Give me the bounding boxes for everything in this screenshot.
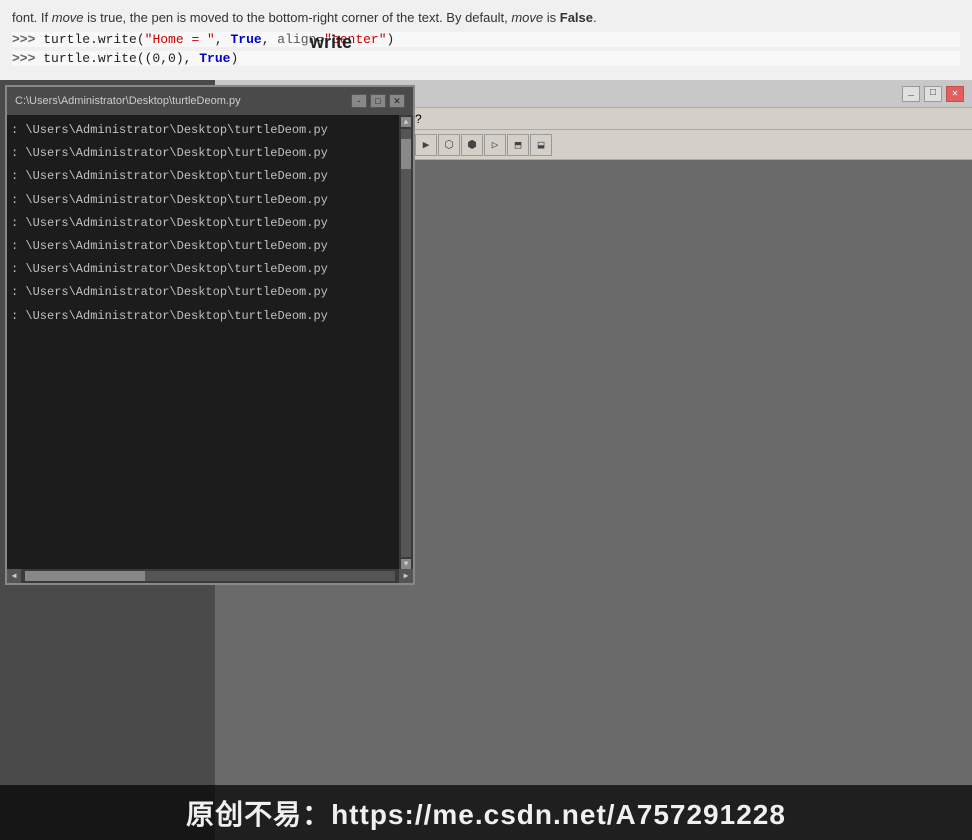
- list-item: : \Users\Administrator\Desktop\turtleDeo…: [11, 235, 409, 258]
- scroll-thumb[interactable]: [401, 139, 411, 169]
- cmd-maximize-button[interactable]: □: [370, 94, 386, 108]
- ide-close-btn[interactable]: ✕: [946, 86, 964, 102]
- write-label: write: [310, 32, 352, 53]
- cmd-close-button[interactable]: ✕: [389, 94, 405, 108]
- scroll-x-track: [25, 571, 395, 581]
- horizontal-scrollbar[interactable]: ◀ ▶: [7, 569, 413, 583]
- cmd-window: C:\Users\Administrator\Desktop\turtleDeo…: [5, 85, 415, 585]
- list-item: : \Users\Administrator\Desktop\turtleDeo…: [11, 258, 409, 281]
- scroll-right-button[interactable]: ▶: [399, 569, 413, 583]
- toolbar-btn-13[interactable]: ⬒: [507, 134, 529, 156]
- toolbar-btn-11[interactable]: ⬢: [461, 134, 483, 156]
- list-item: : \Users\Administrator\Desktop\turtleDeo…: [11, 281, 409, 304]
- cmd-minimize-button[interactable]: -: [351, 94, 367, 108]
- code-line-1: >>> turtle.write("Home = ", True, align=…: [12, 32, 960, 47]
- list-item: : \Users\Administrator\Desktop\turtleDeo…: [11, 305, 409, 328]
- scroll-up-button[interactable]: ▲: [401, 117, 411, 127]
- watermark-text: 原创不易：https://me.csdn.net/A757291228: [186, 793, 786, 833]
- scroll-x-thumb[interactable]: [25, 571, 145, 581]
- cmd-title-text: C:\Users\Administrator\Desktop\turtleDeo…: [15, 95, 348, 107]
- scroll-left-button[interactable]: ◀: [7, 569, 21, 583]
- vertical-scrollbar[interactable]: ▲ ▼: [399, 115, 413, 569]
- scroll-track: [401, 129, 411, 557]
- toolbar-btn-12[interactable]: ▷: [484, 134, 506, 156]
- watermark-bar: 原创不易：https://me.csdn.net/A757291228: [0, 785, 972, 840]
- list-item: : \Users\Administrator\Desktop\turtleDeo…: [11, 142, 409, 165]
- toolbar-btn-9[interactable]: ▶: [415, 134, 437, 156]
- code-line-2: >>> turtle.write((0,0), True): [12, 51, 960, 66]
- list-item: : \Users\Administrator\Desktop\turtleDeo…: [11, 165, 409, 188]
- doc-text: font. If move is true, the pen is moved …: [12, 8, 960, 28]
- toolbar-btn-10[interactable]: ⬡: [438, 134, 460, 156]
- ide-min-btn[interactable]: _: [902, 86, 920, 102]
- scroll-down-button[interactable]: ▼: [401, 559, 411, 569]
- list-item: : \Users\Administrator\Desktop\turtleDeo…: [11, 189, 409, 212]
- cmd-titlebar: C:\Users\Administrator\Desktop\turtleDeo…: [7, 87, 413, 115]
- list-item: : \Users\Administrator\Desktop\turtleDeo…: [11, 119, 409, 142]
- ide-max-btn[interactable]: □: [924, 86, 942, 102]
- list-item: : \Users\Administrator\Desktop\turtleDeo…: [11, 212, 409, 235]
- doc-panel: font. If move is true, the pen is moved …: [0, 0, 972, 80]
- cmd-body: : \Users\Administrator\Desktop\turtleDeo…: [7, 115, 413, 569]
- toolbar-btn-14[interactable]: ⬓: [530, 134, 552, 156]
